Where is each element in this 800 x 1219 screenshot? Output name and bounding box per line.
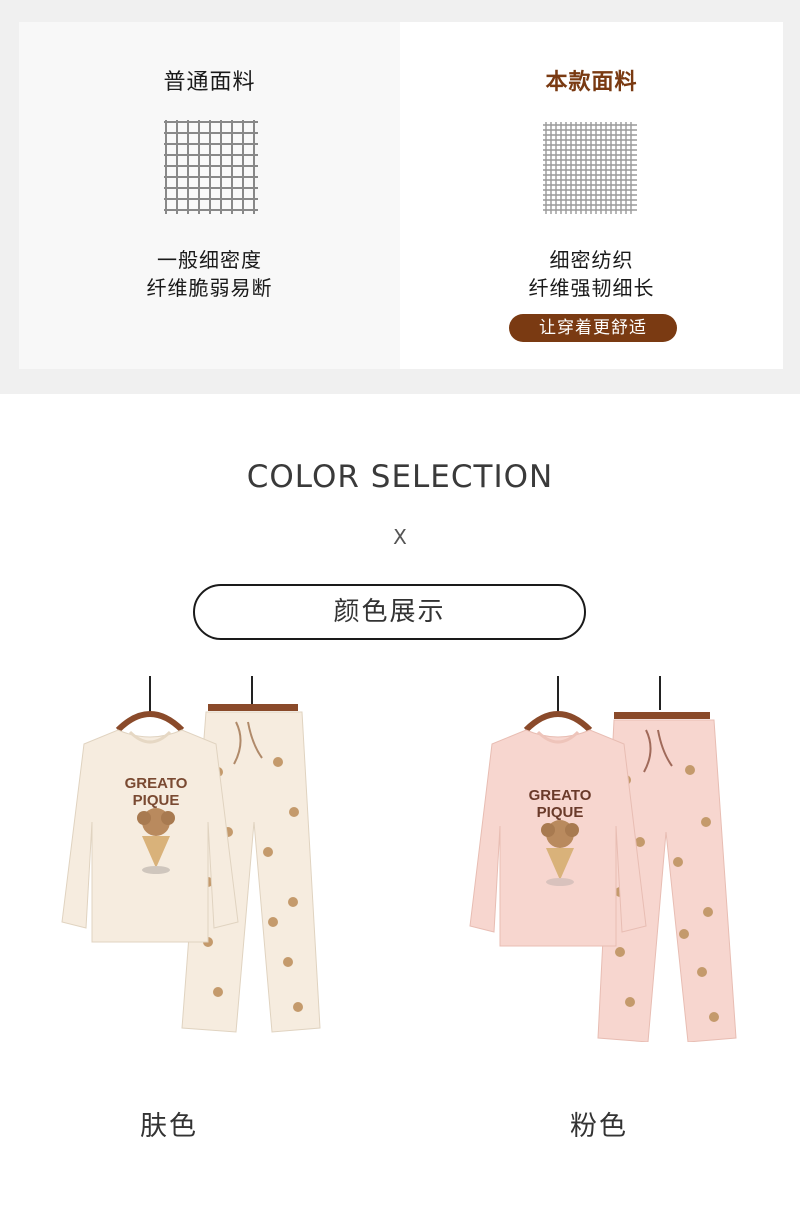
- pants-hanger: [208, 704, 298, 711]
- compare-this-fabric: 本款面料 细密纺织 纤维强韧细长 让穿着更舒适: [400, 22, 783, 369]
- product-label-pink: 粉色: [570, 1111, 628, 1142]
- pants-hanger: [614, 712, 710, 719]
- pajama-set-pink-illustration: GREATO PIQUE: [469, 676, 737, 1042]
- product-label-nude: 肤色: [140, 1111, 198, 1142]
- common-fabric-title: 普通面料: [163, 70, 256, 95]
- product-nude-image[interactable]: GREATO PIQUE: [58, 672, 328, 1042]
- heading-separator: X: [393, 525, 407, 549]
- color-display-title: 颜色展示: [193, 584, 586, 640]
- dense-weave-icon: [543, 122, 637, 214]
- top-hanger: [115, 711, 185, 733]
- loose-weave-icon: [164, 120, 258, 214]
- comfort-badge: 让穿着更舒适: [509, 314, 677, 342]
- print-line-1: GREATO: [125, 775, 188, 792]
- common-fabric-desc-1: 一般细密度: [157, 248, 262, 272]
- compare-card: 普通面料 一般细密度 纤维脆弱易断 本款面料 细密纺织 纤维强韧细长 让穿着更舒…: [19, 22, 783, 369]
- print-line-1: GREATO: [529, 787, 592, 804]
- print-line-2: PIQUE: [133, 792, 180, 809]
- color-selection-heading: COLOR SELECTION: [246, 459, 554, 495]
- this-fabric-title: 本款面料: [545, 70, 638, 95]
- compare-common-fabric: 普通面料 一般细密度 纤维脆弱易断: [19, 22, 400, 369]
- this-fabric-desc-1: 细密纺织: [549, 248, 634, 272]
- product-pink-image[interactable]: GREATO PIQUE: [462, 672, 742, 1042]
- pajama-set-nude-illustration: GREATO PIQUE: [61, 676, 321, 1033]
- common-fabric-desc-2: 纤维脆弱易断: [146, 276, 273, 300]
- this-fabric-desc-2: 纤维强韧细长: [528, 276, 655, 300]
- top-hanger: [523, 711, 593, 733]
- print-line-2: PIQUE: [537, 804, 584, 821]
